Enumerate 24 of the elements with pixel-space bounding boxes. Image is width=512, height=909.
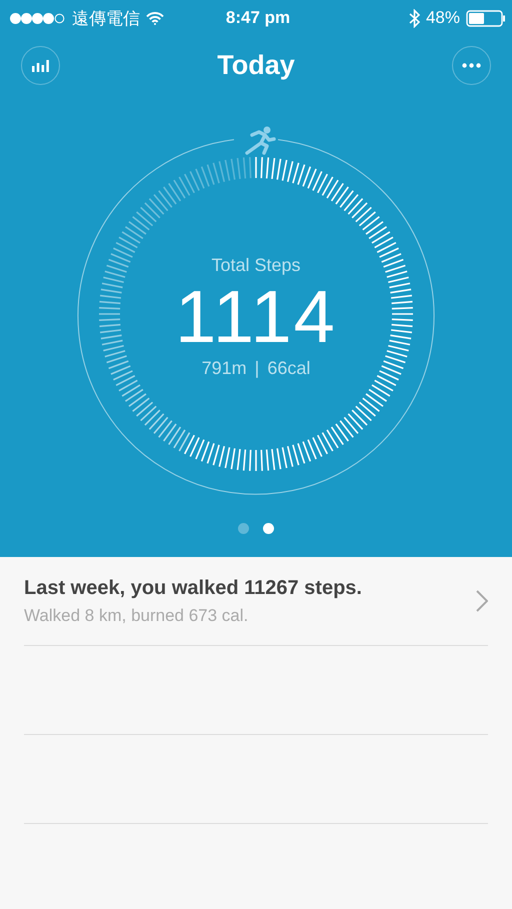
wifi-icon <box>146 12 164 24</box>
weekly-summary-row[interactable]: Last week, you walked 11267 steps. Walked 8 km, burned 673 cal. <box>24 557 488 646</box>
steps-label: Total Steps <box>211 255 301 276</box>
more-icon <box>462 62 481 68</box>
runner-icon <box>245 126 276 155</box>
carrier-name: 遠傳電信 <box>72 8 140 30</box>
separator: | <box>254 358 260 379</box>
more-button[interactable] <box>452 46 491 84</box>
signal-icon <box>10 12 66 24</box>
calories-value: 66cal <box>267 358 310 379</box>
bluetooth-icon <box>408 8 420 28</box>
status-time: 8:47 pm <box>226 8 290 28</box>
battery-percent: 48% <box>426 8 460 28</box>
summary-subtitle: Walked 8 km, burned 673 cal. <box>24 606 250 626</box>
page-dot[interactable] <box>238 523 249 534</box>
page-title: Today <box>217 50 295 80</box>
chevron-right-icon <box>476 590 488 612</box>
step-count: 1114 <box>175 276 337 358</box>
summary-title: Last week, you walked 11267 steps. <box>24 576 362 600</box>
page-dot[interactable] <box>263 523 274 534</box>
stats-button[interactable] <box>21 46 60 84</box>
distance-value: 791m <box>202 358 247 379</box>
bar-chart-icon <box>32 58 49 72</box>
battery-icon <box>466 10 506 26</box>
